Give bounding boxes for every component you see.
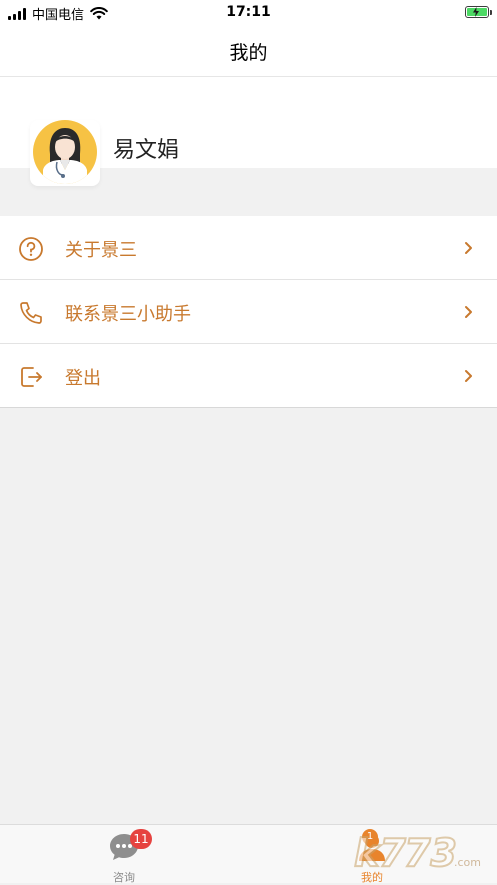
chevron-right-icon (465, 370, 472, 382)
k73-watermark-logo: k7 73 .com (353, 830, 481, 876)
navigation-bar: 我的 (0, 26, 497, 77)
menu-item-about[interactable]: 关于景三 (0, 216, 497, 280)
menu-item-logout[interactable]: 登出 (0, 344, 497, 408)
status-time: 17:11 (226, 4, 271, 20)
settings-menu: 关于景三 联系景三小助手 登出 (0, 216, 497, 408)
menu-item-label: 关于景三 (65, 240, 137, 261)
menu-item-contact[interactable]: 联系景三小助手 (0, 280, 497, 344)
svg-text:.com: .com (454, 856, 481, 869)
question-circle-icon (19, 237, 43, 261)
status-bar: 中国电信 17:11 (0, 0, 497, 26)
menu-item-label: 联系景三小助手 (65, 304, 191, 325)
logout-icon (21, 367, 42, 387)
battery-icon (465, 6, 492, 18)
phone-icon (20, 302, 42, 324)
page-title: 我的 (229, 42, 268, 64)
tab-consult[interactable]: 11 咨询 (74, 825, 174, 884)
menu-item-label: 登出 (65, 368, 101, 389)
svg-text:73: 73 (404, 831, 457, 875)
unread-badge: 11 (130, 829, 152, 849)
doctor-avatar-icon[interactable] (30, 120, 100, 186)
chevron-right-icon (465, 242, 472, 254)
profile-name: 易文娟 (113, 138, 180, 163)
profile-card[interactable]: 易文娟 (0, 77, 497, 186)
chevron-right-icon (465, 306, 472, 318)
svg-text:k7: k7 (354, 831, 406, 875)
